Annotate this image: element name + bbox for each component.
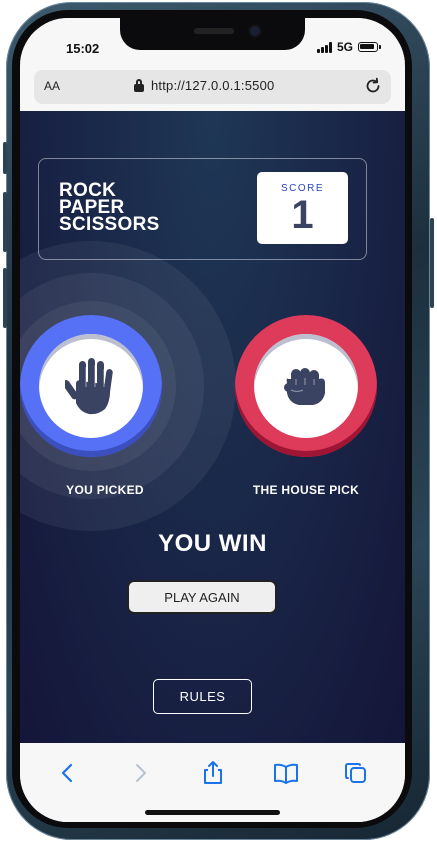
screen: 15:02 5G AA http://127.0.0.1:5500 ROCK P… [20, 18, 405, 822]
bookmarks-icon[interactable] [273, 760, 299, 786]
player-token-face [39, 334, 143, 438]
text-size-button[interactable]: AA [44, 79, 60, 93]
status-indicators: 5G [316, 40, 381, 54]
volume-button [3, 268, 7, 328]
power-button [430, 218, 434, 308]
reload-icon[interactable] [363, 76, 383, 96]
home-indicator[interactable] [145, 810, 280, 815]
house-pick-label: THE HOUSE PICK [252, 483, 360, 497]
title-line-scissors: SCISSORS [59, 214, 160, 235]
url-text: http://127.0.0.1:5500 [151, 78, 275, 93]
house-token-face [254, 334, 358, 438]
share-icon[interactable] [200, 760, 226, 786]
volume-button [3, 142, 7, 174]
browser-toolbar [20, 743, 405, 822]
rules-button[interactable]: RULES [153, 679, 252, 714]
score-value: 1 [291, 193, 314, 237]
score-card: SCORE 1 [257, 172, 348, 244]
battery-tip [379, 45, 381, 49]
battery-icon [358, 42, 378, 52]
result-text: YOU WIN [158, 530, 267, 557]
signal-icon [316, 41, 332, 53]
url-display[interactable]: http://127.0.0.1:5500 [134, 78, 274, 93]
player-pick-label: YOU PICKED [66, 483, 144, 497]
speaker [194, 28, 234, 34]
address-bar[interactable]: AA http://127.0.0.1:5500 [34, 70, 391, 104]
status-time: 15:02 [66, 41, 100, 56]
game-title: ROCK PAPER SCISSORS [59, 181, 179, 235]
player-token-paper [20, 315, 162, 457]
rock-icon [284, 368, 325, 405]
back-icon[interactable] [55, 760, 81, 786]
volume-button [3, 192, 7, 252]
paper-icon [65, 358, 113, 415]
forward-icon[interactable] [127, 760, 153, 786]
house-token-rock [235, 315, 377, 457]
tabs-icon[interactable] [343, 760, 369, 786]
game-page: ROCK PAPER SCISSORS SCORE 1 YOU PICKED T… [20, 111, 405, 743]
notch [120, 18, 305, 50]
lock-icon [134, 79, 144, 92]
play-again-button[interactable]: PLAY AGAIN [127, 580, 277, 614]
front-camera [250, 26, 260, 36]
network-type: 5G [336, 40, 353, 54]
